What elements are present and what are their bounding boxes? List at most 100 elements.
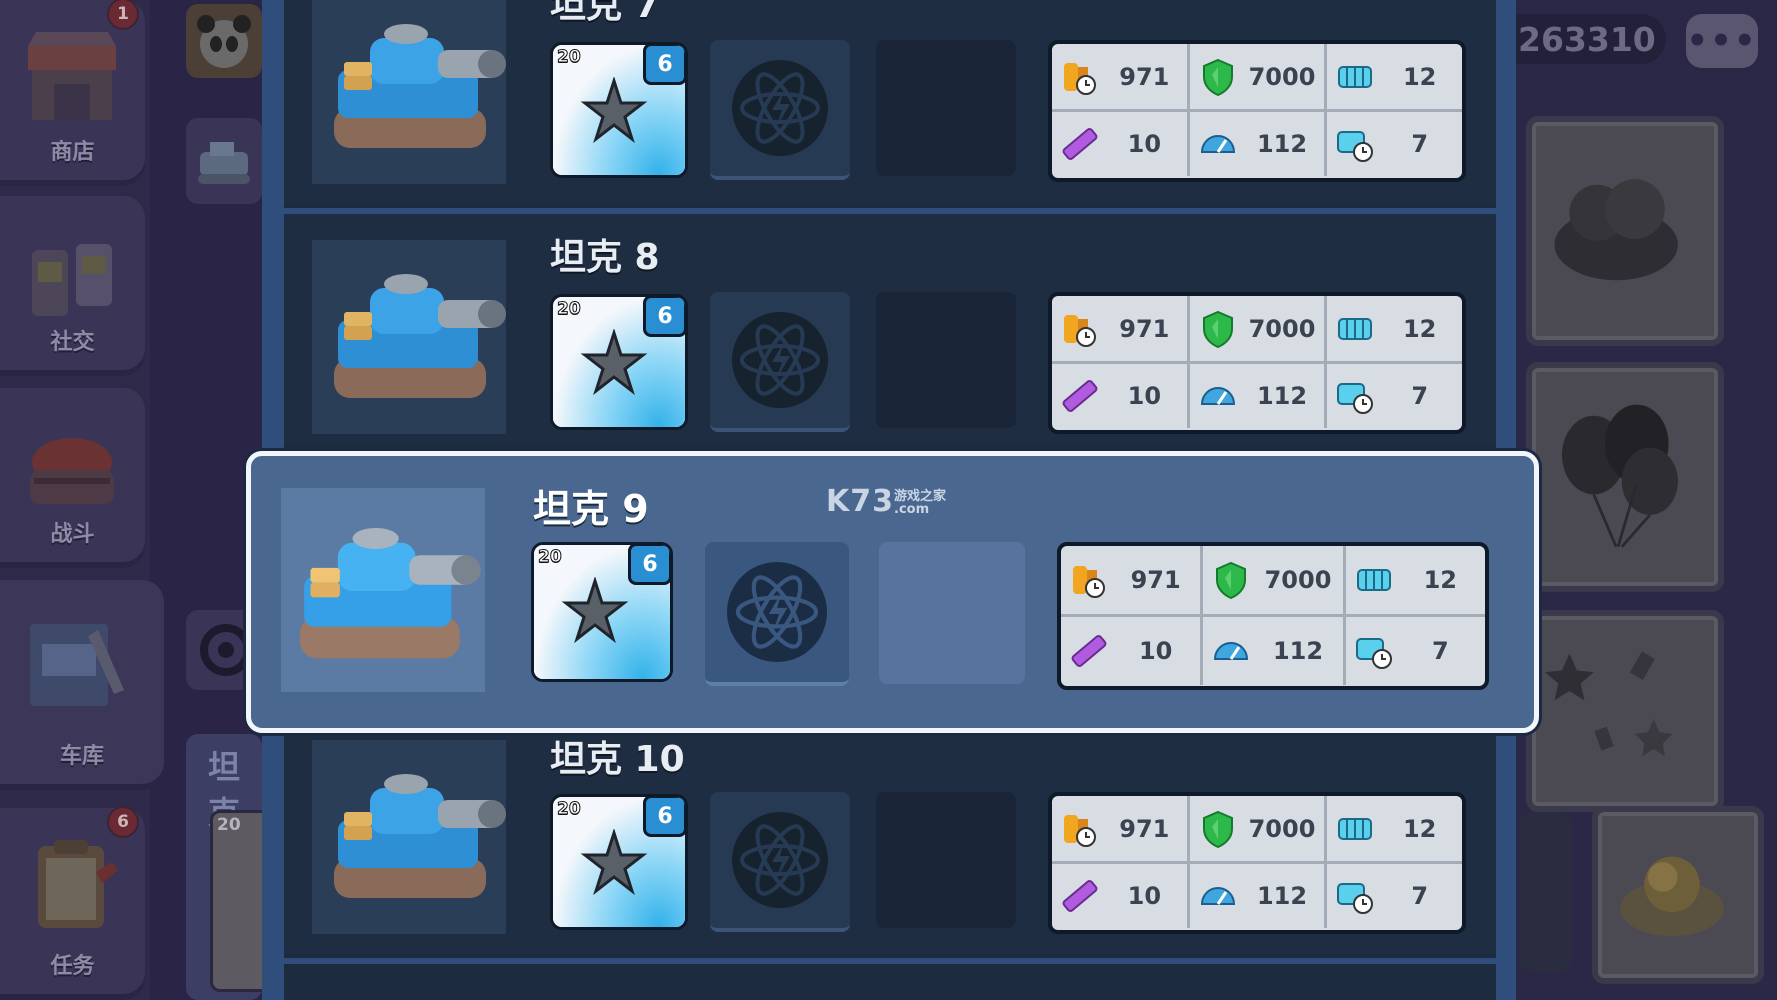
effect-confetti-card[interactable]: [1526, 610, 1724, 812]
atom-slot[interactable]: [710, 40, 850, 180]
stat-armor: 7000: [1186, 796, 1325, 861]
stat-value: 7: [1431, 637, 1449, 665]
empty-slot[interactable]: [879, 542, 1025, 684]
skill-card[interactable]: 20 6: [550, 42, 688, 178]
blue-tank-icon: [299, 527, 481, 659]
mini-tank-icon: [198, 142, 250, 184]
sidebar-item-social[interactable]: 社交: [0, 196, 145, 376]
empty-slot[interactable]: [876, 40, 1016, 176]
tank-thumbnail: [312, 740, 506, 934]
effect-balloons-card[interactable]: [1526, 362, 1724, 592]
battle-tank-icon: [30, 438, 114, 504]
tank-stats: 971 7000 12 10 112 7: [1057, 542, 1489, 690]
stat-ammo-reload: 7: [1324, 863, 1462, 928]
sidebar-item-shop[interactable]: 商店 1: [0, 0, 145, 186]
stat-ammo-reload: 7: [1324, 111, 1462, 176]
ruler-icon: [1062, 127, 1098, 160]
bullet-timer-icon: [1064, 62, 1096, 95]
stat-range: 10: [1052, 863, 1187, 928]
left-sidebar: 商店 1 社交 战斗 车库 任务 6: [0, 0, 164, 1000]
atom-icon: [735, 575, 819, 649]
skill-card[interactable]: 20 6: [550, 794, 688, 930]
tank-stats: 971 7000 12 10 112 7: [1048, 792, 1466, 934]
stat-value: 971: [1119, 814, 1170, 843]
panda-icon: [197, 15, 251, 68]
empty-slot[interactable]: [876, 292, 1016, 428]
ammo-clip-icon: [1338, 317, 1373, 340]
blue-tank-icon: [334, 274, 506, 398]
missile-star-icon: [561, 577, 629, 644]
partial-slot: [1520, 812, 1572, 972]
stat-value: 7000: [1248, 314, 1316, 343]
effect-explosion-card[interactable]: [1592, 806, 1764, 984]
tank-row-8[interactable]: 坦克 8 20 6 971 7000 12 10 112 7: [284, 214, 1496, 444]
stat-value: 112: [1256, 881, 1308, 910]
stat-value: 7000: [1248, 62, 1316, 91]
stat-value: 12: [1402, 814, 1437, 843]
atom-slot[interactable]: [710, 792, 850, 932]
atom-icon: [740, 324, 820, 396]
tank-row-10[interactable]: 坦克 10 20 6 971 7000 12 10 112 7: [284, 714, 1496, 954]
bullet-timer-icon: [1064, 814, 1096, 847]
stat-speed: 112: [1186, 863, 1325, 928]
stat-reload: 971: [1052, 296, 1187, 361]
ruler-icon: [1062, 379, 1098, 412]
stat-range: 10: [1052, 111, 1187, 176]
stat-value: 7000: [1264, 566, 1332, 594]
stat-ammo-reload: 7: [1342, 617, 1485, 685]
tank-name: 坦克 10: [550, 739, 685, 780]
atom-icon: [740, 824, 820, 896]
stat-value: 10: [1127, 129, 1162, 158]
stat-armor: 7000: [1186, 296, 1325, 361]
stat-value: 10: [1138, 637, 1173, 665]
stat-value: 10: [1127, 881, 1162, 910]
ammo-clip-icon: [1338, 817, 1373, 840]
chat-bubble-icon: •••: [1686, 21, 1758, 61]
stat-reload: 971: [1052, 796, 1187, 861]
atom-slot[interactable]: [710, 292, 850, 432]
sidebar-item-tasks[interactable]: 任务 6: [0, 806, 145, 1000]
shield-icon: [1202, 810, 1233, 848]
shield-icon: [1202, 310, 1233, 348]
stat-reload: 971: [1061, 546, 1200, 614]
atom-slot[interactable]: [705, 542, 849, 686]
skill-card[interactable]: 20 6: [550, 294, 688, 430]
sidebar-item-battle[interactable]: 战斗: [0, 388, 145, 568]
panda-avatar[interactable]: [186, 4, 262, 78]
stat-value: 971: [1119, 62, 1170, 91]
side-tank-tab[interactable]: 坦克 20: [186, 734, 276, 1000]
tank-name: 坦克 7: [550, 0, 660, 26]
card-tier: 6: [628, 545, 670, 585]
speedometer-icon: [1214, 642, 1249, 660]
ammo-timer-icon: [1355, 638, 1392, 669]
stat-value: 112: [1256, 381, 1308, 410]
effect-smoke-card[interactable]: [1526, 116, 1724, 346]
sidebar-item-label: 战斗: [50, 522, 95, 547]
chat-button[interactable]: •••: [1686, 14, 1758, 68]
skill-card[interactable]: 20 6: [531, 542, 673, 682]
balloons-icon: [1561, 404, 1678, 548]
ammo-clip-icon: [1356, 569, 1391, 591]
tank-mini-button[interactable]: [186, 118, 262, 204]
stat-speed: 112: [1186, 111, 1325, 176]
clipboard-icon: [38, 840, 118, 928]
notification-badge: 6: [107, 806, 139, 838]
stat-value: 7000: [1248, 814, 1316, 843]
stat-value: 12: [1402, 62, 1437, 91]
stat-reload: 971: [1052, 44, 1187, 109]
tank-thumbnail: [312, 240, 506, 434]
empty-slot[interactable]: [876, 792, 1016, 928]
stat-range: 10: [1061, 617, 1200, 685]
sidebar-item-garage[interactable]: 车库: [0, 580, 164, 790]
tank-row-7[interactable]: 坦克 7 20 6 971 7000 12 10 112 7: [284, 0, 1496, 204]
stat-range: 10: [1052, 363, 1187, 428]
stat-speed: 112: [1186, 363, 1325, 428]
shop-icon: [28, 32, 116, 120]
coin-counter: 263310: [1512, 14, 1666, 64]
card-tier: 6: [643, 45, 685, 85]
tank-stats: 971 7000 12 10 112 7: [1048, 292, 1466, 434]
stat-value: 7: [1411, 129, 1429, 158]
tank-stats: 971 7000 12 10 112 7: [1048, 40, 1466, 182]
stat-value: 971: [1130, 566, 1181, 594]
ammo-timer-icon: [1337, 882, 1374, 914]
